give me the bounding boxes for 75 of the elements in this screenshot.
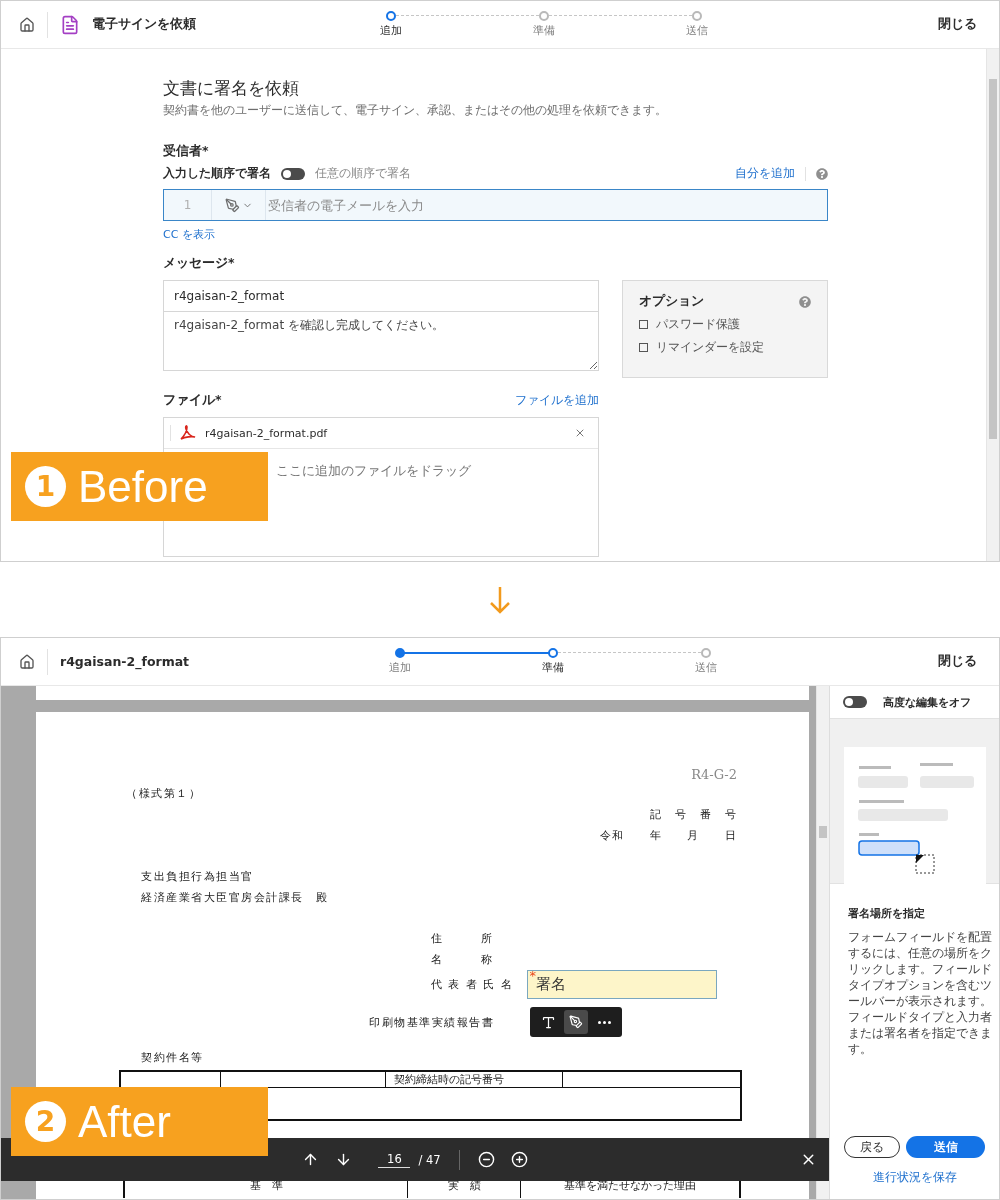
order-label: 入力した順序で署名 bbox=[163, 166, 271, 181]
pen-icon bbox=[224, 197, 240, 213]
option-label: リマインダーを設定 bbox=[656, 339, 764, 356]
toggle-label: 高度な編集をオフ bbox=[883, 694, 971, 710]
save-progress-link[interactable]: 進行状況を保存 bbox=[873, 1170, 957, 1185]
send-button[interactable]: 送信 bbox=[906, 1136, 985, 1158]
table-cell: 契約締結時の記号番号 bbox=[386, 1072, 563, 1088]
sidebar-instructions: フォームフィールドを配置するには、任意の場所をクリックします。フィールドタイプオプションを含むツールバーが表示されます。フィールドタイプと入力者または署名者を指定できます。 bbox=[848, 929, 992, 1057]
remove-icon[interactable] bbox=[574, 427, 586, 439]
document-text: 名 称 bbox=[431, 952, 494, 968]
message-field[interactable]: r4gaisan-2_format を確認し完成してください。 bbox=[163, 312, 599, 371]
more-icon bbox=[597, 1020, 611, 1024]
required-mark: * bbox=[529, 968, 536, 983]
document-text: 住 所 bbox=[431, 931, 494, 947]
scrollbar[interactable] bbox=[986, 49, 999, 561]
form-title: 文書に署名を依頼 bbox=[163, 77, 300, 99]
option-label: パスワード保護 bbox=[656, 316, 740, 333]
step-label: 追加 bbox=[388, 660, 411, 675]
message-label: メッセージ* bbox=[163, 255, 236, 272]
home-icon[interactable] bbox=[19, 16, 35, 33]
back-button[interactable]: 戻る bbox=[844, 1136, 900, 1158]
add-self-link[interactable]: 自分を追加 bbox=[735, 166, 795, 181]
help-icon[interactable] bbox=[816, 167, 828, 180]
step-label: 送信 bbox=[685, 23, 708, 38]
page-title: r4gaisan-2_format bbox=[60, 654, 190, 669]
document-code: R4-G-2 bbox=[691, 767, 737, 783]
page-number-field[interactable]: 16 bbox=[378, 1151, 411, 1168]
document-text: 記 号 番 号 bbox=[649, 807, 737, 823]
email-input[interactable]: 受信者の電子メールを入力 bbox=[266, 191, 827, 219]
scrollbar[interactable] bbox=[816, 686, 829, 1199]
document-text: 令和 年 月 日 bbox=[599, 828, 737, 844]
pdf-file-icon bbox=[179, 425, 197, 441]
file-name: r4gaisan-2_format.pdf bbox=[205, 426, 329, 440]
document-text: 支出負担行為担当官 bbox=[140, 869, 255, 885]
contract-heading: 契約件名等 bbox=[140, 1050, 205, 1066]
step-banner-label: After bbox=[78, 1096, 171, 1147]
down-arrow-icon bbox=[488, 584, 512, 615]
show-cc-link[interactable]: CC を表示 bbox=[163, 227, 828, 242]
close-button[interactable]: 閉じる bbox=[934, 649, 981, 674]
step-label: 準備 bbox=[532, 23, 555, 38]
document-text: 代 表 者 氏 名 bbox=[431, 977, 514, 993]
files-label: ファイル* bbox=[163, 392, 222, 409]
zoom-out-icon bbox=[477, 1151, 495, 1168]
signature-field[interactable]: *署名 bbox=[526, 970, 717, 999]
help-icon[interactable] bbox=[799, 295, 811, 308]
document-icon bbox=[60, 14, 80, 35]
recipient-number: 1 bbox=[164, 190, 212, 220]
report-title: 印刷物基準実績報告書 bbox=[369, 1014, 494, 1031]
step-number: 1 bbox=[25, 466, 66, 507]
step-number: 2 bbox=[25, 1101, 66, 1142]
form-number: （様式第１） bbox=[125, 786, 202, 802]
form-subtitle: 契約書を他のユーザーに送信して、電子サイン、承認、またはその他の処理を依頼できます。 bbox=[163, 102, 668, 119]
step-label: 送信 bbox=[694, 660, 717, 675]
advanced-edit-toggle[interactable] bbox=[843, 696, 867, 708]
checkbox[interactable] bbox=[639, 320, 648, 329]
any-order-label: 任意の順序で署名 bbox=[315, 166, 411, 181]
add-file-link[interactable]: ファイルを追加 bbox=[515, 393, 599, 408]
sidebar-heading: 署名場所を指定 bbox=[848, 906, 926, 921]
options-title: オプション bbox=[639, 293, 704, 310]
signature-tool-button[interactable] bbox=[564, 1010, 588, 1034]
home-icon[interactable] bbox=[19, 653, 35, 670]
zoom-in-icon bbox=[510, 1151, 528, 1168]
page-title: 電子サインを依頼 bbox=[92, 16, 196, 33]
order-toggle[interactable] bbox=[281, 167, 305, 180]
checkbox[interactable] bbox=[639, 343, 648, 352]
recipients-label: 受信者* bbox=[163, 143, 210, 160]
text-icon bbox=[540, 1014, 556, 1030]
step-label: 追加 bbox=[379, 23, 402, 38]
page-total: / 47 bbox=[418, 1152, 441, 1167]
close-button[interactable]: 閉じる bbox=[934, 12, 981, 37]
subject-field[interactable]: r4gaisan-2_format bbox=[163, 280, 599, 312]
step-label: 準備 bbox=[541, 660, 564, 675]
drop-hint: ここに追加のファイルをドラッグ bbox=[276, 463, 472, 480]
pen-icon bbox=[569, 1015, 583, 1029]
document-text: 経済産業省大臣官房会計課長 殿 bbox=[140, 890, 330, 906]
